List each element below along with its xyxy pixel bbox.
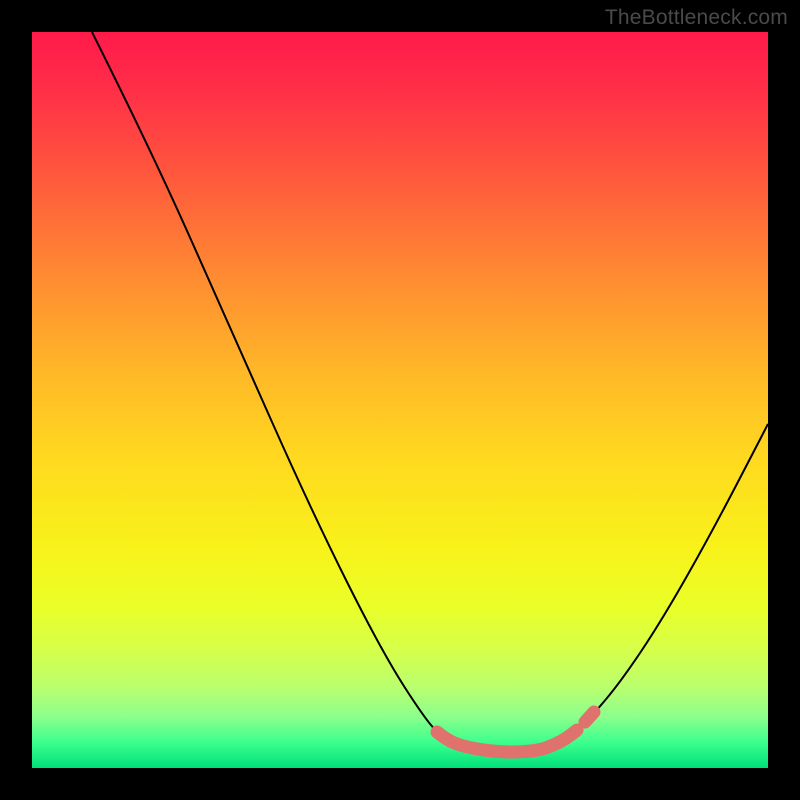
optimal-zone-highlight	[437, 730, 577, 752]
optimal-zone-dash	[585, 712, 594, 722]
bottleneck-curve-svg	[32, 32, 768, 768]
watermark-text: TheBottleneck.com	[605, 6, 788, 30]
chart-frame	[32, 32, 768, 768]
bottleneck-curve	[92, 32, 768, 752]
